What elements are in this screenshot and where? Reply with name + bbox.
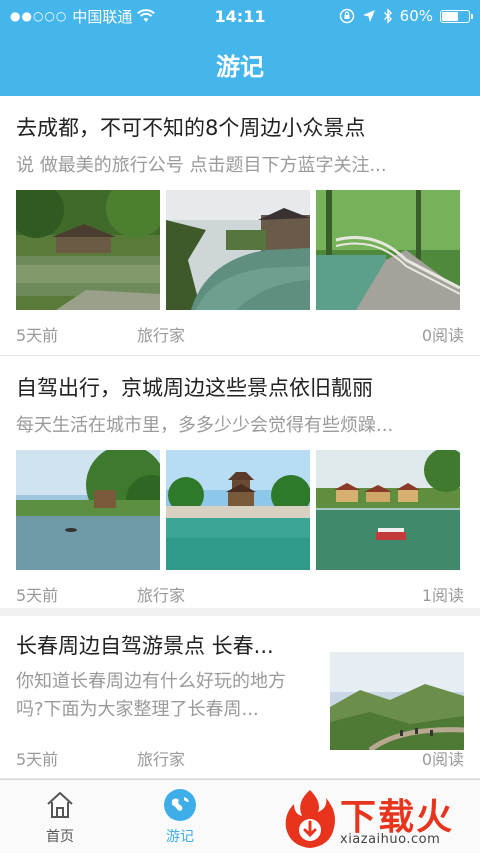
battery-icon xyxy=(440,9,473,23)
status-bar: ●●○○○ 中国联通 14:11 60% xyxy=(0,0,480,32)
article-summary: 每天生活在城市里，多多少少会觉得有些烦躁... xyxy=(16,415,394,436)
battery-fill xyxy=(442,11,458,21)
watermark-url: xiazaihuo.com xyxy=(340,832,441,847)
article-author: 旅行家 xyxy=(137,586,186,605)
status-time: 14:11 xyxy=(214,6,266,26)
article-thumbnail[interactable] xyxy=(316,450,460,570)
page-title: 游记 xyxy=(216,52,264,81)
article-thumbnail[interactable] xyxy=(166,450,310,570)
article-thumbnail[interactable] xyxy=(16,190,160,310)
article-author: 旅行家 xyxy=(137,750,186,769)
article-reads: 1阅读 xyxy=(421,586,464,605)
article-thumbnail[interactable] xyxy=(330,652,464,750)
flame-icon xyxy=(285,790,335,848)
home-icon xyxy=(43,788,77,822)
article-thumbnail[interactable] xyxy=(16,450,160,570)
article-date: 5天前 xyxy=(16,750,59,769)
article-card[interactable]: 长春周边自驾游景点 长春... 你知道长春周边有什么好玩的地方吗?下面为大家整理… xyxy=(0,616,480,779)
article-thumbnail[interactable] xyxy=(166,190,310,310)
article-title[interactable]: 去成都，不可不知的8个周边小众景点 xyxy=(16,112,466,142)
article-title[interactable]: 长春周边自驾游景点 长春... xyxy=(16,630,312,660)
article-card[interactable]: 自驾出行，京城周边这些景点依旧靓丽 每天生活在城市里，多多少少会觉得有些烦躁..… xyxy=(0,356,480,616)
article-reads: 0阅读 xyxy=(421,750,464,769)
article-summary: 说 做最美的旅行公号 点击题目下方蓝字关注... xyxy=(16,155,387,176)
tab-journal[interactable]: 游记 xyxy=(135,780,225,853)
tab-home[interactable]: 首页 xyxy=(15,780,105,853)
article-thumbnails xyxy=(16,450,460,570)
article-author: 旅行家 xyxy=(137,326,186,345)
article-date: 5天前 xyxy=(16,586,59,605)
tab-journal-label: 游记 xyxy=(166,829,194,845)
article-thumbnail[interactable] xyxy=(316,190,460,310)
watermark-logo: 下载火 xiazaihuo.com xyxy=(282,786,478,852)
article-title[interactable]: 自驾出行，京城周边这些景点依旧靓丽 xyxy=(16,372,466,402)
tab-home-label: 首页 xyxy=(46,829,74,845)
article-card[interactable]: 去成都，不可不知的8个周边小众景点 说 做最美的旅行公号 点击题目下方蓝字关注.… xyxy=(0,96,480,356)
article-reads: 0阅读 xyxy=(421,326,464,345)
article-summary: 你知道长春周边有什么好玩的地方吗?下面为大家整理了长春周... xyxy=(16,671,286,720)
article-date: 5天前 xyxy=(16,326,59,345)
article-thumbnails xyxy=(16,190,460,310)
app-header: ●●○○○ 中国联通 14:11 60% 游记 xyxy=(0,0,480,96)
article-feed[interactable]: 去成都，不可不知的8个周边小众景点 说 做最美的旅行公号 点击题目下方蓝字关注.… xyxy=(0,96,480,779)
globe-icon xyxy=(163,788,197,822)
